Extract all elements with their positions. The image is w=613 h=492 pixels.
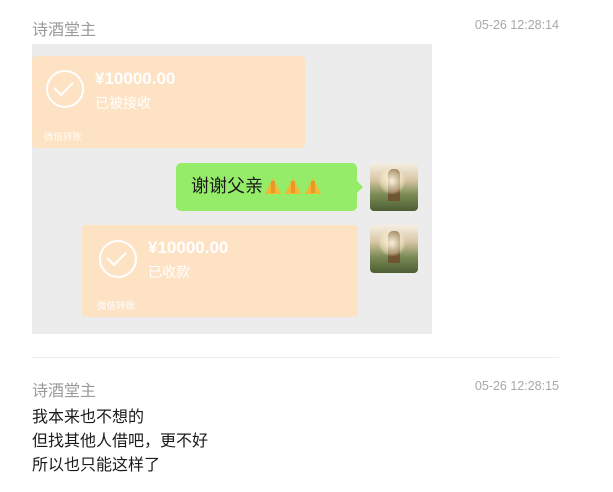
check-circle-icon — [99, 240, 137, 278]
avatar — [370, 225, 418, 273]
post-header: 诗酒堂主 05-26 12:28:14 — [32, 14, 559, 40]
check-circle-icon — [46, 70, 84, 108]
transfer-amount: ¥10000.00 — [95, 69, 176, 88]
author-name[interactable]: 诗酒堂主 — [32, 16, 96, 40]
post-divider — [32, 357, 559, 358]
message-text: 谢谢父亲 — [191, 176, 263, 197]
pray-emoji-icon — [283, 174, 303, 194]
transfer-status: 已收款 — [148, 265, 190, 281]
pray-emoji-icon — [263, 174, 283, 194]
transfer-card-collected: ¥10000.00 已收款 微信转账 — [82, 225, 358, 317]
transfer-card-received: ¥10000.00 已被接收 微信转账 — [32, 56, 305, 148]
transfer-label: 微信转账 — [97, 301, 136, 312]
post-line: 所以也只能这样了 — [32, 455, 161, 474]
chat-message-bubble: 谢谢父亲 — [176, 163, 363, 211]
transfer-label: 微信转账 — [44, 132, 83, 143]
transfer-amount: ¥10000.00 — [148, 238, 229, 257]
post-timestamp: 05-26 12:28:15 — [474, 379, 559, 393]
transfer-status: 已被接收 — [95, 96, 151, 112]
chat-screenshot-image[interactable]: ¥10000.00 已被接收 微信转账 谢谢父亲 ¥10000.00 已收款 微… — [32, 44, 432, 334]
post-timestamp: 05-26 12:28:14 — [474, 18, 559, 32]
pray-emoji-icon — [303, 174, 323, 194]
author-name[interactable]: 诗酒堂主 — [32, 377, 96, 401]
post-header: 诗酒堂主 05-26 12:28:15 — [32, 375, 559, 401]
avatar — [370, 163, 418, 211]
post-line: 我本来也不想的 — [32, 407, 145, 426]
post-2: 诗酒堂主 05-26 12:28:15 我本来也不想的 但找其他人借吧，更不好 … — [32, 375, 559, 474]
post-1: 诗酒堂主 05-26 12:28:14 — [32, 14, 559, 40]
post-line: 但找其他人借吧，更不好 — [32, 431, 209, 450]
post-body: 我本来也不想的 但找其他人借吧，更不好 所以也只能这样了 — [32, 405, 208, 477]
